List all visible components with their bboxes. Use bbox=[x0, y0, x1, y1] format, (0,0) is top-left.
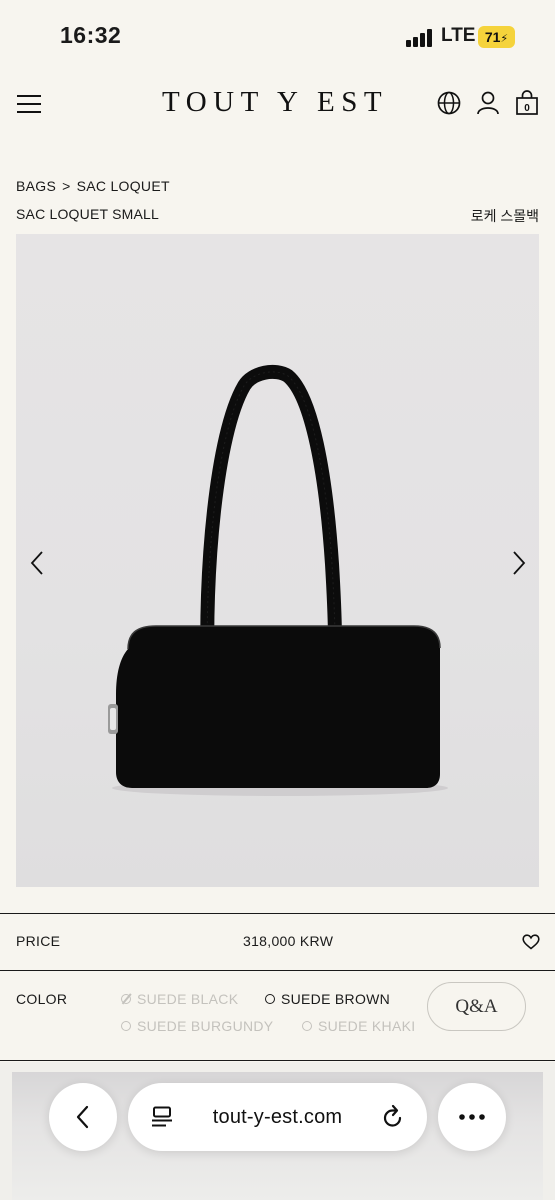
product-title: SAC LOQUET SMALL bbox=[16, 206, 159, 222]
product-title-korean: 로케 스몰백 bbox=[470, 208, 539, 224]
chevron-right-icon[interactable] bbox=[508, 550, 528, 576]
color-option-label: SUEDE BURGUNDY bbox=[137, 1018, 274, 1034]
site-header: TOUT Y EST 0 bbox=[0, 80, 555, 130]
cart-count: 0 bbox=[524, 103, 530, 114]
globe-icon[interactable] bbox=[436, 90, 462, 116]
color-option-suede-black[interactable]: SUEDE BLACK bbox=[121, 991, 238, 1007]
color-option-suede-khaki[interactable]: SUEDE KHAKI bbox=[302, 1018, 415, 1034]
network-type: LTE bbox=[441, 25, 476, 46]
battery-level: 71 bbox=[484, 29, 501, 45]
radio-icon bbox=[121, 1021, 131, 1031]
color-option-suede-burgundy[interactable]: SUEDE BURGUNDY bbox=[121, 1018, 273, 1034]
battery-icon: 71⚡ bbox=[478, 26, 515, 48]
color-option-label: SUEDE KHAKI bbox=[318, 1018, 416, 1034]
more-button[interactable] bbox=[438, 1083, 506, 1151]
breadcrumb-category[interactable]: BAGS bbox=[16, 178, 56, 194]
chevron-left-icon[interactable] bbox=[28, 550, 48, 576]
divider bbox=[0, 970, 555, 971]
status-bar: 16:32 LTE 71⚡ bbox=[0, 0, 555, 70]
breadcrumb: BAGS > SAC LOQUET bbox=[16, 178, 170, 194]
bag-icon[interactable]: 0 bbox=[514, 90, 540, 116]
radio-icon bbox=[265, 994, 275, 1004]
color-option-suede-brown[interactable]: SUEDE BROWN bbox=[265, 991, 390, 1007]
hamburger-icon[interactable] bbox=[17, 95, 41, 113]
qa-button[interactable]: Q&A bbox=[427, 982, 526, 1031]
more-icon bbox=[459, 1114, 485, 1120]
heart-icon[interactable] bbox=[522, 934, 540, 950]
back-icon bbox=[76, 1105, 89, 1129]
color-option-label: SUEDE BLACK bbox=[137, 991, 239, 1007]
status-time: 16:32 bbox=[60, 22, 122, 48]
reload-icon[interactable] bbox=[381, 1104, 405, 1130]
divider bbox=[0, 913, 555, 914]
product-image-carousel[interactable] bbox=[16, 234, 539, 887]
price-value: 318,000 KRW bbox=[243, 933, 334, 949]
browser-toolbar: tout-y-est.com bbox=[0, 1062, 555, 1200]
breadcrumb-collection[interactable]: SAC LOQUET bbox=[77, 178, 170, 194]
address-bar[interactable]: tout-y-est.com bbox=[128, 1083, 427, 1151]
tabs-icon[interactable] bbox=[150, 1105, 174, 1129]
color-label: COLOR bbox=[16, 991, 68, 1007]
price-label: PRICE bbox=[16, 933, 61, 949]
back-button[interactable] bbox=[49, 1083, 117, 1151]
radio-icon bbox=[302, 1021, 312, 1031]
divider bbox=[0, 1060, 555, 1061]
product-photo bbox=[108, 364, 448, 796]
user-icon[interactable] bbox=[475, 90, 501, 116]
color-option-label: SUEDE BROWN bbox=[281, 991, 391, 1007]
site-logo[interactable]: TOUT Y EST bbox=[162, 86, 388, 119]
breadcrumb-separator: > bbox=[62, 178, 71, 194]
url-text[interactable]: tout-y-est.com bbox=[213, 1106, 343, 1129]
unavailable-icon bbox=[121, 994, 131, 1004]
signal-icon bbox=[406, 29, 434, 47]
